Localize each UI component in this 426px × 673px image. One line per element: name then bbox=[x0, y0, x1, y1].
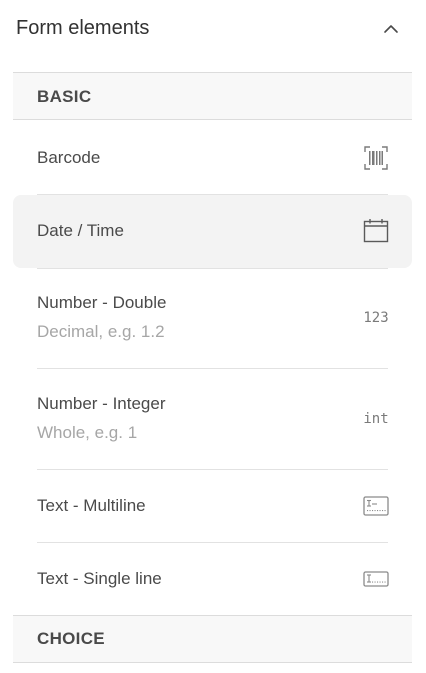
barcode-icon bbox=[362, 144, 390, 172]
section-header-basic[interactable]: BASIC bbox=[13, 72, 412, 120]
section-header-choice[interactable]: CHOICE bbox=[13, 615, 412, 663]
section-label-choice: CHOICE bbox=[37, 629, 105, 648]
item-description: Whole, e.g. 1 bbox=[37, 423, 138, 442]
text-single-line-icon bbox=[362, 565, 390, 593]
text-multiline-icon bbox=[362, 492, 390, 520]
collapse-button[interactable] bbox=[379, 17, 403, 41]
item-label: Number - Double bbox=[37, 293, 167, 312]
form-element-number-integer[interactable]: Number - Integer Whole, e.g. 1 int bbox=[13, 369, 412, 469]
integer-icon-text: int bbox=[363, 411, 389, 427]
form-element-number-double[interactable]: Number - Double Decimal, e.g. 1.2 123 bbox=[13, 269, 412, 368]
integer-icon: int bbox=[362, 405, 390, 433]
form-element-text-single-line[interactable]: Text - Single line bbox=[13, 543, 412, 615]
chevron-up-icon bbox=[384, 25, 398, 33]
calendar-icon bbox=[362, 217, 390, 245]
number-icon-text: 123 bbox=[363, 310, 389, 326]
form-element-text-multiline[interactable]: Text - Multiline bbox=[13, 470, 412, 542]
item-label: Text - Multiline bbox=[37, 496, 146, 515]
section-label-basic: BASIC bbox=[37, 87, 92, 106]
item-label: Number - Integer bbox=[37, 394, 166, 413]
item-description: Decimal, e.g. 1.2 bbox=[37, 322, 165, 341]
panel-header: Form elements bbox=[0, 0, 426, 60]
form-elements-panel: Form elements BASIC Barcode Date / Time … bbox=[0, 0, 426, 673]
item-label: Text - Single line bbox=[37, 569, 162, 588]
form-element-barcode[interactable]: Barcode bbox=[13, 122, 412, 194]
form-element-date-time[interactable]: Date / Time bbox=[13, 195, 412, 268]
item-label: Date / Time bbox=[37, 221, 124, 240]
item-label: Barcode bbox=[37, 148, 101, 167]
number-icon: 123 bbox=[362, 304, 390, 332]
panel-title: Form elements bbox=[16, 17, 150, 39]
